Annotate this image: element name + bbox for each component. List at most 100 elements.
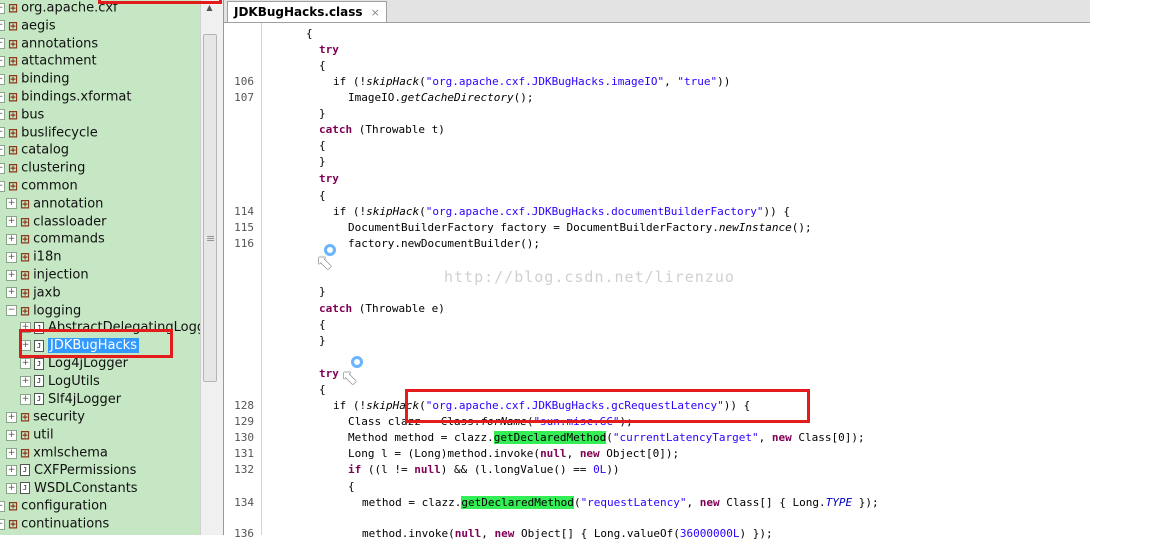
tree-item-class[interactable]: + J LogUtils [20, 373, 100, 391]
tree-item-package[interactable]: +⊞binding [0, 70, 70, 88]
tree-item-class[interactable]: + J Slf4jLogger [20, 391, 121, 409]
gutter-divider [261, 23, 262, 535]
scrollbar-thumb[interactable]: ≡ [203, 34, 217, 382]
tree-item-label: injection [33, 267, 89, 283]
expand-icon[interactable]: + [20, 393, 31, 405]
package-tree[interactable]: −⊞org.apache.cxf+⊞aegis+⊞annotations+⊞at… [0, 0, 200, 535]
package-icon: ⊞ [20, 303, 31, 318]
tree-item-package[interactable]: +⊞configuration [0, 497, 107, 515]
expand-icon[interactable]: + [6, 198, 17, 210]
package-icon: ⊞ [8, 179, 19, 193]
watermark: http://blog.csdn.net/lirenzuo [444, 268, 735, 286]
code-line: method.invoke(null, new Object[] { Long.… [362, 527, 773, 540]
collapse-icon[interactable]: − [0, 2, 5, 14]
tree-item-package[interactable]: + ⊞ classloader [6, 213, 106, 231]
tree-item-package[interactable]: + ⊞ jaxb [6, 284, 61, 302]
window-background [1090, 0, 1162, 535]
busy-cursor-icon: ⬉ [341, 365, 358, 389]
tree-item-package[interactable]: + ⊞ annotation [6, 195, 103, 213]
package-icon: ⊞ [20, 428, 31, 443]
tree-item-class[interactable]: + J WSDLConstants [6, 480, 138, 498]
collapse-icon[interactable]: − [6, 305, 17, 317]
package-icon: ⊞ [8, 36, 19, 51]
line-number: 134 [234, 496, 254, 509]
expand-icon[interactable]: + [6, 216, 17, 228]
tree-item-package[interactable]: + ⊞ util [6, 426, 54, 444]
tree-item-label: CXFPermissions [34, 462, 137, 478]
package-icon: ⊞ [8, 107, 19, 122]
expand-icon[interactable]: + [0, 127, 5, 139]
expand-icon[interactable]: + [6, 269, 17, 281]
tree-item-label: LogUtils [48, 373, 100, 389]
expand-icon[interactable]: + [6, 287, 17, 299]
tree-item-package[interactable]: +⊞continuations [0, 515, 109, 533]
tree-scrollbar[interactable]: ▲ ≡ [200, 0, 218, 535]
expand-icon[interactable]: + [6, 251, 17, 263]
line-number: 114 [234, 205, 254, 218]
expand-icon[interactable]: + [0, 109, 5, 121]
expand-icon[interactable]: + [0, 144, 5, 156]
expand-icon[interactable]: + [6, 447, 17, 459]
tree-item-label: logging [33, 303, 82, 319]
code-line: } [319, 334, 326, 347]
loading-spinner-icon [324, 244, 336, 256]
expand-icon[interactable]: + [6, 233, 17, 245]
package-icon: ⊞ [20, 446, 31, 460]
code-editor[interactable]: JDKBugHacks.class × 106 107 114 115 116 1… [223, 0, 1090, 540]
tree-item-package[interactable]: +⊞clustering [0, 159, 85, 177]
expand-icon[interactable]: + [6, 464, 17, 476]
line-number: 128 [234, 399, 254, 412]
code-line: } [319, 285, 326, 298]
tree-item-package[interactable]: +⊞annotations [0, 35, 98, 53]
tree-item-package[interactable]: + ⊞ injection [6, 266, 89, 284]
code-line: Long l = (Long)method.invoke(null, new O… [348, 447, 680, 460]
expand-icon[interactable]: + [6, 482, 17, 494]
tree-item-label: binding [21, 71, 70, 87]
tab-jdkbughacks[interactable]: JDKBugHacks.class × [227, 1, 387, 22]
package-icon: ⊞ [8, 90, 19, 104]
tree-item-package[interactable]: + ⊞ xmlschema [6, 444, 108, 462]
class-file-icon: J [20, 464, 30, 477]
expand-icon[interactable]: + [0, 20, 5, 32]
code-line: catch (Throwable e) [319, 302, 445, 315]
tree-item-package[interactable]: + ⊞ security [6, 408, 85, 426]
expand-icon[interactable]: + [20, 358, 31, 369]
expand-icon[interactable]: + [0, 500, 5, 512]
code-line: } [319, 155, 326, 168]
expand-icon[interactable]: + [0, 55, 5, 67]
tree-item-package[interactable]: +⊞aegis [0, 17, 56, 35]
tree-item-package[interactable]: +⊞attachment [0, 52, 97, 70]
expand-icon[interactable]: + [0, 73, 5, 85]
line-number: 107 [234, 91, 254, 104]
package-icon: ⊞ [8, 125, 19, 140]
code-line: try [319, 172, 339, 185]
tree-item-class[interactable]: + J CXFPermissions [6, 462, 136, 480]
close-icon[interactable]: × [371, 6, 380, 19]
tree-item-package[interactable]: +⊞bus [0, 106, 44, 124]
tree-item-package[interactable]: − ⊞ logging [6, 302, 81, 320]
tree-item-label: util [33, 427, 54, 443]
tree-item-package[interactable]: +⊞bindings.xformat [0, 88, 132, 106]
expand-icon[interactable]: + [6, 411, 17, 423]
tree-item-package[interactable]: + ⊞ i18n [6, 248, 61, 266]
code-line: factory.newDocumentBuilder(); [348, 237, 541, 250]
expand-icon[interactable]: + [0, 162, 5, 174]
tree-item-label: Slf4jLogger [48, 391, 122, 407]
code-line: { [306, 27, 313, 40]
expand-icon[interactable]: + [0, 38, 5, 50]
expand-icon[interactable]: + [6, 429, 17, 441]
tree-item-label: buslifecycle [21, 125, 98, 141]
class-file-icon: J [34, 357, 44, 370]
expand-icon[interactable]: + [0, 91, 5, 103]
expand-icon[interactable]: + [20, 375, 31, 387]
code-line: DocumentBuilderFactory factory = Documen… [348, 221, 812, 234]
collapse-icon[interactable]: − [0, 180, 5, 192]
package-icon: ⊞ [20, 285, 31, 300]
tree-item-package[interactable]: +⊞catalog [0, 141, 69, 159]
expand-icon[interactable]: + [0, 518, 5, 530]
tree-item-package[interactable]: −⊞common [0, 177, 78, 195]
tree-item-package[interactable]: +⊞buslifecycle [0, 124, 98, 142]
line-number: 106 [234, 75, 254, 88]
line-number: 130 [234, 431, 254, 444]
tree-item-package[interactable]: + ⊞ commands [6, 230, 105, 248]
